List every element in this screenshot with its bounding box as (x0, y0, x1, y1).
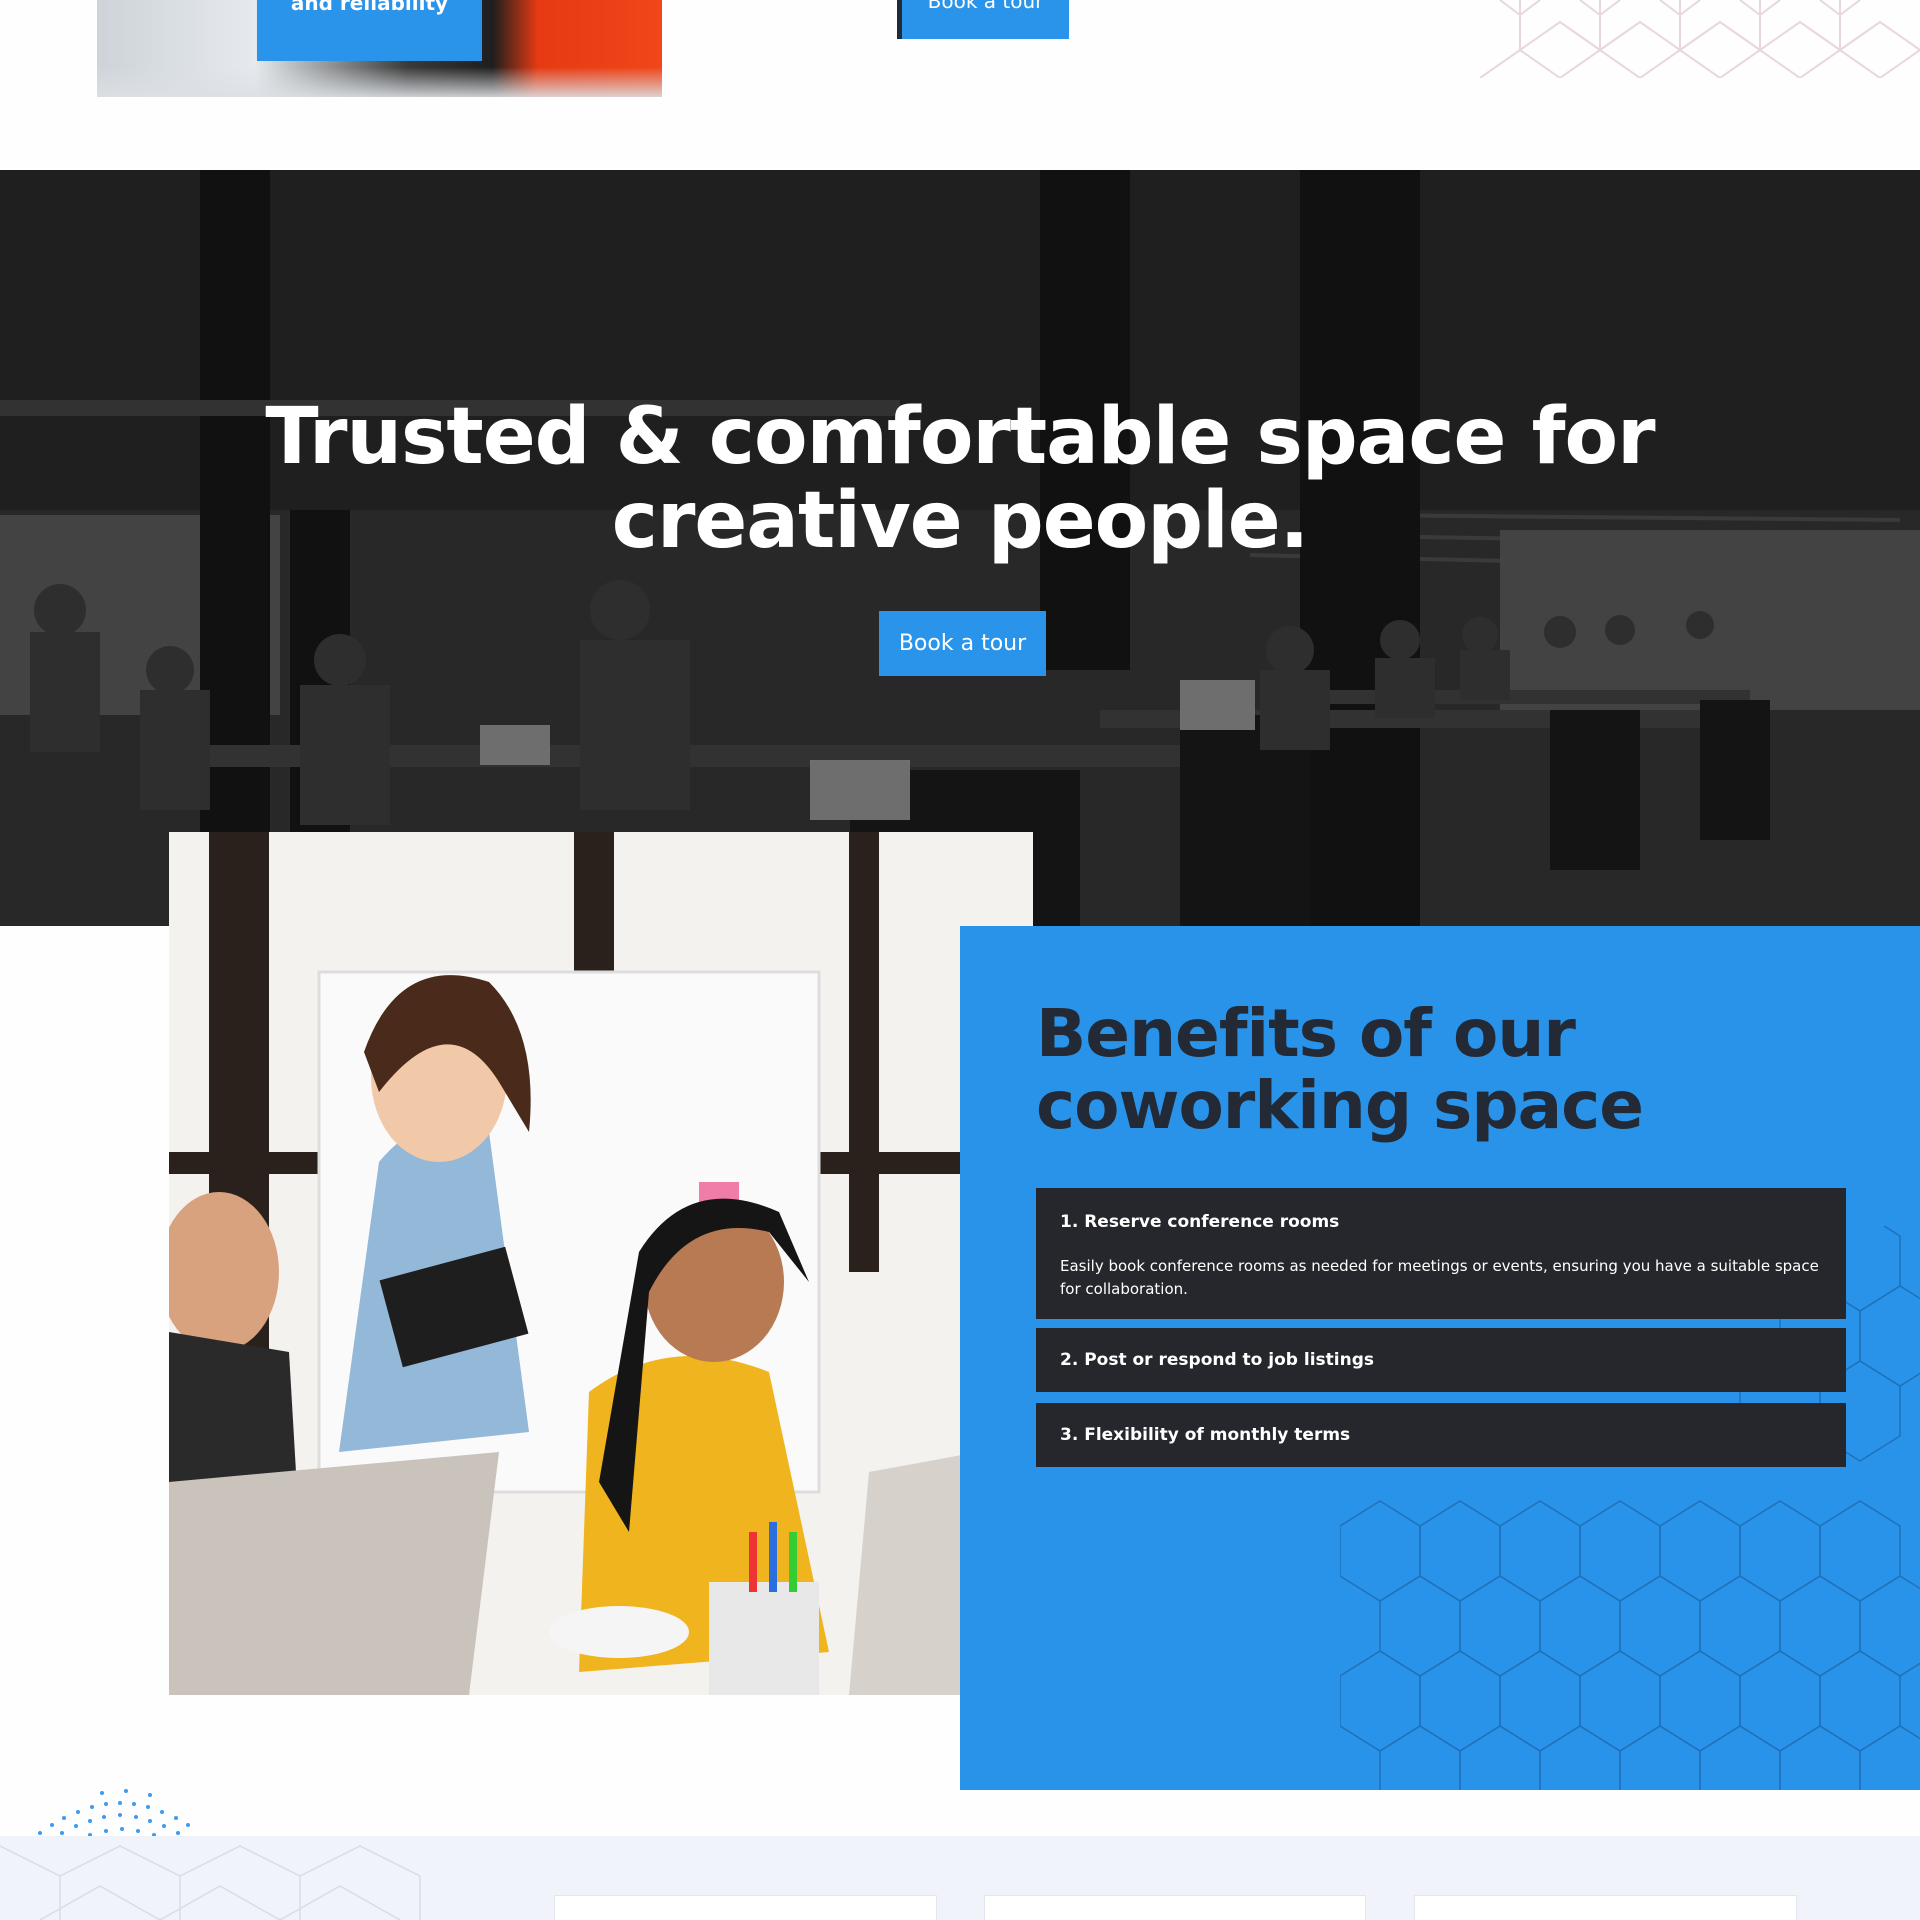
next-section-card-3 (1414, 1895, 1797, 1920)
book-tour-button-top[interactable]: Book a tour (897, 0, 1069, 39)
accordion-item-title[interactable]: 3. Flexibility of monthly terms (1060, 1425, 1350, 1445)
accordion-item-reserve-rooms[interactable]: 1. Reserve conference rooms Easily book … (1036, 1188, 1846, 1319)
accordion-item-title[interactable]: 2. Post or respond to job listings (1060, 1350, 1374, 1370)
next-section-pattern-decoration (0, 1845, 421, 1920)
next-section-card-2 (984, 1895, 1366, 1920)
benefits-heading: Benefits of our coworking space (1036, 995, 1644, 1144)
book-tour-button[interactable]: Book a tour (879, 611, 1046, 676)
accordion-item-job-listings[interactable]: 2. Post or respond to job listings (1036, 1328, 1846, 1392)
hero-section: Trusted & comfortable space for creative… (0, 170, 1920, 926)
hero-heading-line-1: Trusted & comfortable space for (265, 392, 1655, 482)
reliability-button-label: and reliability (290, 0, 449, 15)
previous-section-photo: and reliability (97, 0, 662, 97)
previous-section: and reliability Book a tour (0, 0, 1920, 170)
book-tour-button-top-label: Book a tour (927, 0, 1044, 13)
reliability-button[interactable]: and reliability (257, 0, 482, 61)
accordion-item-title[interactable]: 1. Reserve conference rooms (1060, 1212, 1339, 1232)
hero-heading-line-2: creative people. (611, 476, 1310, 566)
hero-heading: Trusted & comfortable space for creative… (0, 395, 1920, 563)
accordion-item-body: Easily book conference rooms as needed f… (1060, 1257, 1819, 1298)
benefits-panel: Benefits of our coworking space 1. Reser… (960, 926, 1920, 1790)
geometric-pattern-decoration (1479, 0, 1920, 78)
team-collaboration-photo (169, 832, 1033, 1695)
next-section-card-1 (554, 1895, 937, 1920)
accordion-item-monthly-terms[interactable]: 3. Flexibility of monthly terms (1036, 1403, 1846, 1467)
